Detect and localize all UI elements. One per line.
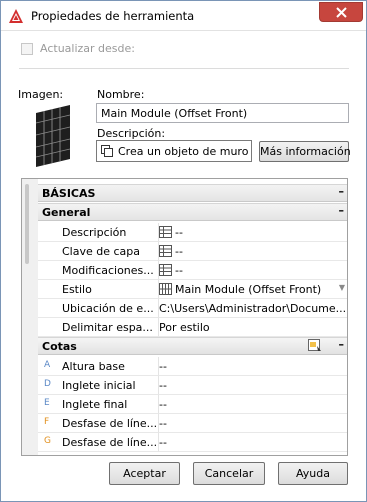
property-row-style[interactable]: Estilo Main Module (Offset Front) ▼: [38, 280, 347, 299]
accept-button[interactable]: Aceptar: [109, 462, 180, 485]
chevron-down-icon[interactable]: ▼: [339, 283, 345, 292]
property-label-text: Inglete inicial: [62, 379, 136, 392]
property-row-bound-spaces[interactable]: Delimitar espa... Por estilo: [38, 318, 347, 337]
property-label: Modificaciones...: [38, 261, 159, 280]
table-icon: [159, 226, 172, 238]
property-label: Ubicación de e...: [38, 299, 159, 318]
property-value-cell: --: [159, 242, 347, 261]
property-label: G Desfase de líne...: [38, 433, 159, 452]
property-row-base-height[interactable]: A Altura base --: [38, 357, 347, 376]
property-label: Clave de capa: [38, 242, 159, 261]
category-basicas[interactable]: BÁSICAS –: [38, 184, 347, 202]
property-row-start-miter[interactable]: D Inglete inicial --: [38, 376, 347, 395]
close-icon: [336, 7, 347, 18]
property-label-text: Inglete final: [62, 398, 128, 411]
name-label: Nombre:: [97, 88, 145, 101]
update-from-label: Actualizar desde:: [40, 42, 135, 55]
property-label: Estilo: [38, 280, 159, 299]
image-label: Imagen:: [18, 88, 64, 101]
divider: [19, 68, 349, 69]
property-label-text: Altura base: [62, 360, 125, 373]
property-value: --: [175, 264, 183, 277]
property-value-cell: --: [159, 261, 347, 280]
property-value: --: [159, 414, 347, 433]
property-value: --: [159, 433, 347, 452]
property-label-text: Desfase de líne...: [62, 436, 158, 449]
property-row-layer-key[interactable]: Clave de capa --: [38, 242, 347, 261]
more-info-button[interactable]: Más información: [259, 141, 351, 162]
property-row-description[interactable]: Descripción --: [38, 223, 347, 242]
table-icon: [159, 245, 172, 257]
property-row-end-miter[interactable]: E Inglete final --: [38, 395, 347, 414]
property-value: Main Module (Offset Front): [175, 283, 322, 296]
cancel-button[interactable]: Cancelar: [193, 462, 265, 485]
collapse-general-button[interactable]: –: [339, 204, 345, 217]
property-value: Por estilo: [159, 318, 347, 337]
grid-gutter: [22, 179, 38, 455]
property-label: E Inglete final: [38, 395, 159, 414]
close-button[interactable]: [319, 2, 363, 22]
help-button[interactable]: Ayuda: [278, 462, 348, 485]
property-label: D Inglete inicial: [38, 376, 159, 395]
style-select[interactable]: Main Module (Offset Front) ▼: [159, 280, 347, 299]
description-label: Descripción:: [97, 127, 166, 140]
table-icon: [159, 264, 172, 276]
wall-style-icon: [159, 283, 172, 295]
dimension-marker-icon: E: [44, 398, 50, 408]
tool-properties-dialog: Propiedades de herramienta Actualizar de…: [0, 0, 367, 502]
collapse-cotas-button[interactable]: –: [339, 338, 345, 351]
category-cotas[interactable]: Cotas –: [38, 337, 347, 355]
property-grid: BÁSICAS – General – Descripción -- Clave…: [21, 178, 348, 456]
name-input[interactable]: Main Module (Offset Front): [96, 103, 349, 123]
property-label: Descripción: [38, 223, 159, 242]
dimension-marker-icon: D: [44, 379, 51, 389]
collapse-basicas-button[interactable]: –: [339, 185, 345, 198]
category-general-label: General: [42, 206, 91, 219]
dimension-settings-icon[interactable]: [308, 339, 322, 352]
property-row-location[interactable]: Ubicación de e... C:\Users\Administrador…: [38, 299, 347, 318]
window-title: Propiedades de herramienta: [31, 9, 195, 23]
description-value: Crea un objeto de muro c: [118, 145, 252, 158]
curtain-wall-tool-image[interactable]: [33, 105, 73, 167]
property-label-text: Desfase de líne...: [62, 417, 158, 430]
property-value: --: [175, 226, 183, 239]
property-value: --: [159, 357, 347, 376]
category-general[interactable]: General –: [38, 203, 347, 221]
property-value: --: [159, 376, 347, 395]
property-value: --: [175, 245, 183, 258]
update-from-checkbox[interactable]: [21, 43, 33, 55]
dimension-marker-icon: G: [44, 436, 51, 446]
property-label: F Desfase de líne...: [38, 414, 159, 433]
description-field[interactable]: Crea un objeto de muro c: [96, 140, 252, 162]
category-cotas-label: Cotas: [42, 340, 77, 353]
scrollbar-thumb[interactable]: [25, 184, 29, 264]
property-label: Delimitar espa...: [38, 318, 159, 337]
autocad-logo-icon: [9, 9, 23, 23]
property-value: C:\Users\Administrador\Docume...: [159, 299, 347, 318]
property-value: --: [159, 395, 347, 414]
property-value-cell: --: [159, 223, 347, 242]
property-row-line-offset-1[interactable]: F Desfase de líne... --: [38, 414, 347, 433]
property-label: A Altura base: [38, 357, 159, 376]
property-row-modifications[interactable]: Modificaciones... --: [38, 261, 347, 280]
dimension-marker-icon: F: [44, 417, 50, 427]
category-basicas-label: BÁSICAS: [42, 187, 96, 200]
dimension-marker-icon: A: [44, 360, 51, 370]
document-icon: [101, 145, 113, 157]
property-row-line-offset-2[interactable]: G Desfase de líne... --: [38, 433, 347, 452]
title-bar[interactable]: Propiedades de herramienta: [1, 1, 366, 31]
